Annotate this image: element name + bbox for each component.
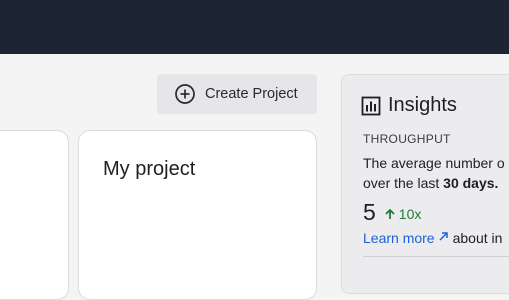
create-project-button[interactable]: Create Project xyxy=(157,74,317,114)
learn-more-label[interactable]: Learn more xyxy=(363,230,435,246)
project-card[interactable] xyxy=(0,130,69,300)
description-line-1: The average number o xyxy=(363,155,505,171)
throughput-label: THROUGHPUT xyxy=(363,132,451,146)
plus-circle-icon xyxy=(174,83,196,105)
insights-panel: Insights THROUGHPUT The average number o… xyxy=(341,74,509,294)
insights-title: Insights xyxy=(388,94,457,116)
learn-more-row: Learn more about in xyxy=(363,230,502,246)
throughput-metric: 5 10x xyxy=(363,199,421,226)
arrow-up-icon xyxy=(384,208,396,220)
external-link-icon[interactable] xyxy=(438,231,449,242)
top-navigation-bar xyxy=(0,0,509,54)
project-title: My project xyxy=(103,158,196,180)
bar-chart-icon xyxy=(361,96,381,116)
create-project-label: Create Project xyxy=(205,86,298,102)
learn-more-link[interactable]: Learn more xyxy=(363,230,449,246)
insights-header: Insights xyxy=(361,94,457,117)
description-line-2: over the last 30 days. xyxy=(363,173,509,193)
throughput-change: 10x xyxy=(384,206,422,222)
project-card-my-project[interactable]: My project xyxy=(78,130,317,300)
divider xyxy=(363,256,509,257)
throughput-value: 5 xyxy=(363,199,376,225)
throughput-description: The average number o over the last 30 da… xyxy=(363,153,509,193)
description-prefix: over the last xyxy=(363,175,444,191)
description-period: 30 days. xyxy=(443,175,499,191)
learn-more-suffix: about in xyxy=(452,230,503,246)
change-value: 10x xyxy=(398,206,422,222)
